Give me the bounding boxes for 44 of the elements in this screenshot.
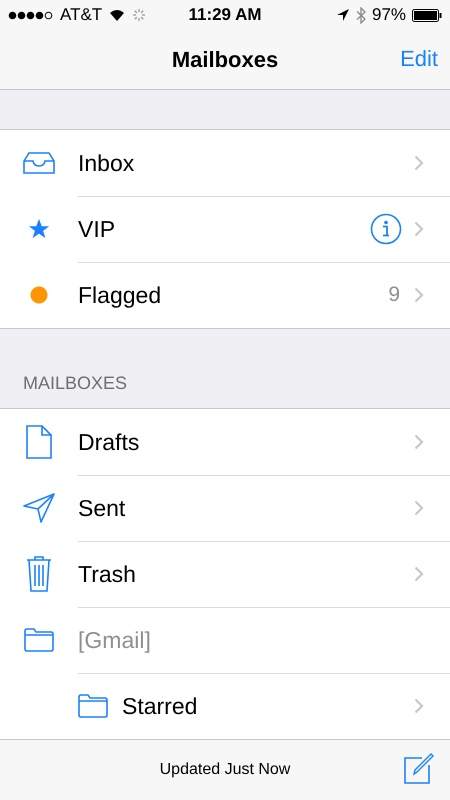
- battery-icon: [412, 8, 442, 22]
- paper-plane-icon: [23, 493, 55, 523]
- mailbox-label: Sent: [78, 494, 126, 522]
- document-icon: [26, 425, 52, 459]
- chevron-icon: [414, 434, 424, 450]
- bluetooth-icon: [356, 6, 366, 24]
- screen-title: Mailboxes: [172, 46, 278, 72]
- update-status: Updated Just Now: [160, 761, 290, 779]
- mailbox-row[interactable]: Inbox: [0, 130, 450, 196]
- mailbox-label: VIP: [78, 216, 116, 242]
- folder-icon: [78, 694, 108, 718]
- unread-count: 9: [388, 283, 400, 307]
- chevron-icon: [414, 155, 424, 171]
- compose-button[interactable]: [404, 752, 434, 784]
- location-arrow-icon: [336, 8, 350, 22]
- mailbox-label: Drafts: [78, 428, 140, 456]
- mailbox-row[interactable]: Flagged 9: [0, 262, 450, 328]
- spinner-icon: [132, 8, 146, 22]
- wifi-icon: [108, 8, 126, 22]
- inbox-tray-icon: [23, 152, 55, 174]
- mailbox-row[interactable]: Trash: [0, 541, 450, 607]
- carrier-name: AT&T: [60, 5, 102, 25]
- section-header: MAILBOXES: [23, 373, 128, 394]
- mailbox-row[interactable]: VIP: [0, 196, 450, 262]
- trash-can-icon: [26, 556, 52, 592]
- chevron-icon: [414, 698, 424, 714]
- mailbox-label: Flagged: [78, 282, 162, 308]
- folder-icon: [24, 628, 54, 652]
- mailbox-label: Inbox: [78, 150, 136, 176]
- star-icon: [28, 218, 50, 240]
- chevron-icon: [414, 500, 424, 516]
- mailbox-label: [Gmail]: [78, 626, 152, 654]
- signal-icon: [8, 10, 54, 20]
- battery-percent: 97%: [372, 5, 406, 25]
- chevron-icon: [414, 287, 424, 303]
- chevron-icon: [414, 566, 424, 582]
- chevron-icon: [414, 221, 424, 237]
- mailbox-label: Trash: [78, 560, 137, 588]
- dot-icon: [30, 286, 48, 304]
- mailbox-label: Starred: [122, 692, 198, 720]
- clock-time: 11:29 AM: [188, 5, 262, 25]
- mailbox-row[interactable]: Sent: [0, 475, 450, 541]
- info-icon[interactable]: [370, 213, 402, 245]
- mailbox-row[interactable]: Drafts: [0, 409, 450, 475]
